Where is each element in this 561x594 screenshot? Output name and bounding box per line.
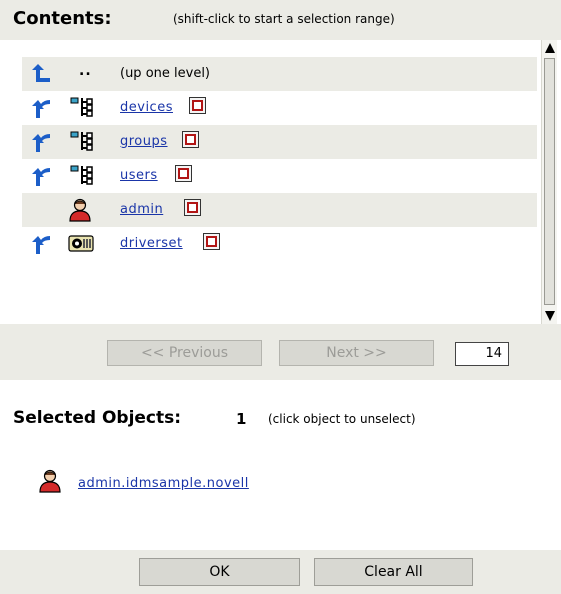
select-checkbox[interactable] (175, 165, 192, 182)
clear-all-button[interactable]: Clear All (314, 558, 473, 586)
scroll-up-icon[interactable] (545, 43, 555, 53)
selected-objects-title: Selected Objects: (13, 408, 182, 428)
selected-count: 1 (236, 410, 247, 428)
contents-hint: (shift-click to start a selection range) (173, 12, 395, 26)
selected-item-link[interactable]: admin.idmsample.novell (78, 476, 249, 491)
list-item-link[interactable]: driverset (120, 236, 183, 251)
up-dots[interactable]: .. (79, 63, 92, 79)
up-arrow-icon[interactable] (30, 64, 52, 84)
select-checkbox[interactable] (189, 97, 206, 114)
list-item: driverset (22, 227, 537, 261)
list-scrollbar[interactable] (541, 40, 557, 324)
list-item: users (22, 159, 537, 193)
container-icon (70, 131, 93, 151)
user-icon (69, 198, 91, 222)
list-item: devices (22, 91, 537, 125)
list-item: admin (22, 193, 537, 227)
browse-into-arrow-icon[interactable] (30, 234, 52, 254)
selected-item: admin.idmsample.novell (38, 468, 338, 496)
contents-title: Contents: (13, 8, 112, 29)
ok-button[interactable]: OK (139, 558, 300, 586)
previous-button[interactable]: << Previous (107, 340, 262, 366)
select-checkbox[interactable] (184, 199, 201, 216)
action-bar: OK Clear All (0, 550, 561, 594)
list-item-link[interactable]: groups (120, 134, 168, 149)
pager-bar: << Previous Next >> 14 (0, 324, 561, 380)
up-one-level-row[interactable]: .. (up one level) (22, 57, 537, 91)
container-icon (70, 97, 93, 117)
user-icon (39, 469, 61, 493)
list-item-link[interactable]: devices (120, 100, 173, 115)
scroll-thumb[interactable] (544, 58, 555, 305)
browse-into-arrow-icon[interactable] (30, 98, 52, 118)
select-checkbox[interactable] (203, 233, 220, 250)
up-one-level-label[interactable]: (up one level) (120, 66, 210, 81)
browse-into-arrow-icon[interactable] (30, 132, 52, 152)
browse-into-arrow-icon[interactable] (30, 166, 52, 186)
selected-hint: (click object to unselect) (268, 412, 416, 426)
driverset-icon (68, 235, 94, 252)
list-item-link[interactable]: admin (120, 202, 163, 217)
list-item-link[interactable]: users (120, 168, 158, 183)
object-list: .. (up one level) devices groups users a… (22, 57, 537, 319)
scroll-down-icon[interactable] (545, 311, 555, 321)
select-checkbox[interactable] (182, 131, 199, 148)
next-button[interactable]: Next >> (279, 340, 434, 366)
page-size-field[interactable]: 14 (455, 342, 509, 366)
list-item: groups (22, 125, 537, 159)
contents-header: Contents: (shift-click to start a select… (0, 0, 561, 40)
container-icon (70, 165, 93, 185)
